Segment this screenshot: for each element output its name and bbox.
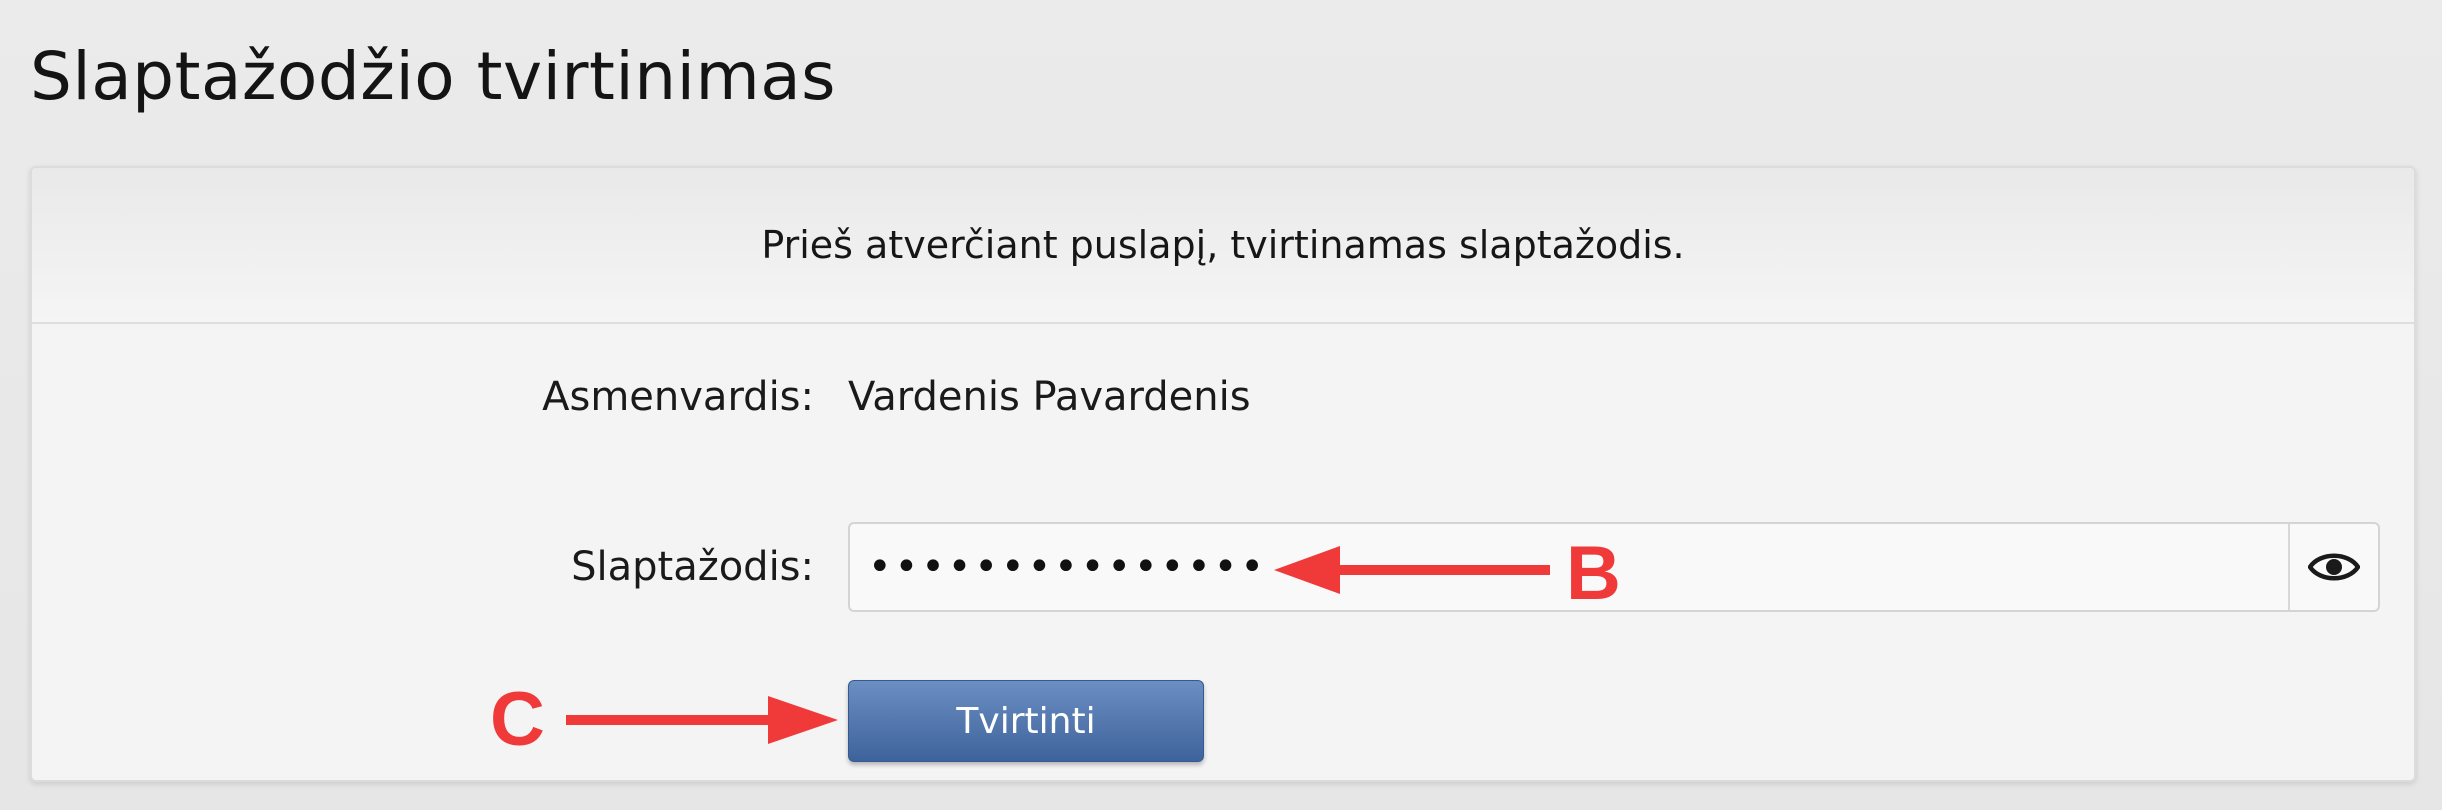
password-label: Slaptažodis: bbox=[571, 544, 814, 590]
annotation-letter-c: C bbox=[490, 677, 545, 762]
username-label: Asmenvardis: bbox=[542, 374, 814, 420]
show-password-toggle[interactable] bbox=[2288, 524, 2378, 610]
page-title: Slaptažodžio tvirtinimas bbox=[30, 38, 837, 115]
confirm-button[interactable]: Tvirtinti bbox=[848, 680, 1204, 762]
panel-header: Prieš atverčiant puslapį, tvirtinamas sl… bbox=[32, 168, 2414, 324]
annotation-letter-b: B bbox=[1566, 531, 1621, 616]
password-confirm-panel: Prieš atverčiant puslapį, tvirtinamas sl… bbox=[30, 166, 2416, 782]
eye-icon bbox=[2308, 553, 2360, 581]
annotation-arrow-c bbox=[566, 696, 838, 744]
username-value: Vardenis Pavardenis bbox=[848, 374, 1251, 420]
annotation-arrow-b bbox=[1274, 546, 1550, 594]
notice-text: Prieš atverčiant puslapį, tvirtinamas sl… bbox=[761, 223, 1685, 267]
